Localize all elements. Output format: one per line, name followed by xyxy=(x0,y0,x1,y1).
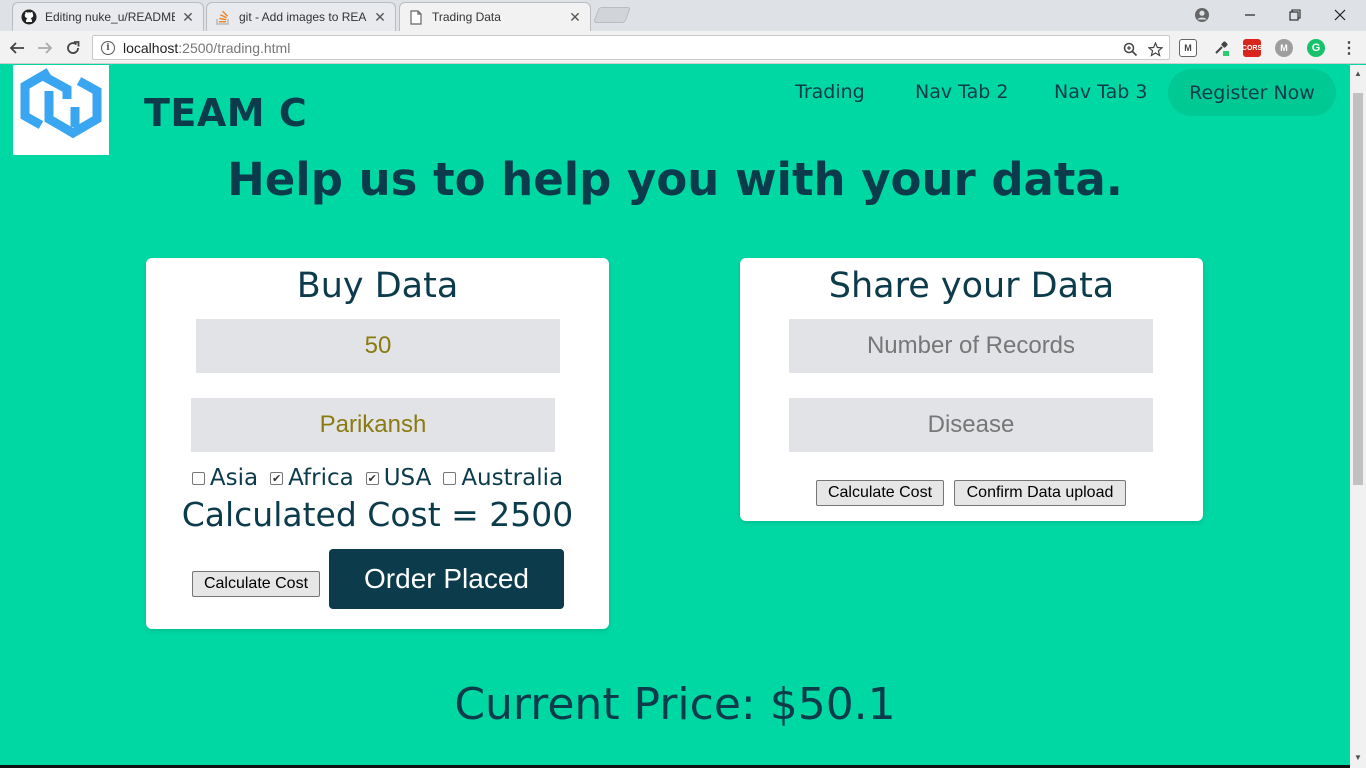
close-icon[interactable]: ✕ xyxy=(181,9,195,26)
region-australia[interactable]: Australia xyxy=(443,465,563,491)
back-icon[interactable] xyxy=(6,37,28,59)
close-icon[interactable]: ✕ xyxy=(568,9,582,26)
minimize-icon[interactable] xyxy=(1228,4,1272,26)
forward-icon[interactable] xyxy=(34,37,56,59)
address-bar[interactable]: i localhost:2500/trading.html xyxy=(92,35,1170,60)
browser-tabstrip: Editing nuke_u/README ✕ git - Add images… xyxy=(0,0,1366,31)
url-host: localhost xyxy=(123,39,179,56)
quantity-field[interactable] xyxy=(196,319,560,373)
buy-calculate-cost-button[interactable]: Calculate Cost xyxy=(192,571,320,597)
tab-stackoverflow[interactable]: git - Add images to READ ✕ xyxy=(206,2,396,31)
page-scrollbar[interactable]: ▲ ▼ xyxy=(1350,65,1366,768)
region-label: Asia xyxy=(209,465,259,491)
region-africa[interactable]: ✔ Africa xyxy=(270,465,354,491)
share-calculate-cost-button[interactable]: Calculate Cost xyxy=(816,480,944,506)
asia-checkbox[interactable] xyxy=(191,471,205,485)
zoom-icon[interactable] xyxy=(1121,40,1139,58)
scroll-down-icon[interactable]: ▼ xyxy=(1354,753,1362,762)
page: TEAM C Trading Nav Tab 2 Nav Tab 3 Regis… xyxy=(0,65,1350,768)
region-checkboxes: Asia ✔ Africa ✔ USA Australia xyxy=(146,465,609,491)
order-placed-button[interactable]: Order Placed xyxy=(329,549,564,609)
scroll-up-icon[interactable]: ▲ xyxy=(1354,69,1362,78)
tab-title: Editing nuke_u/README xyxy=(45,10,175,24)
share-data-title: Share your Data xyxy=(828,266,1115,306)
buy-data-card: Buy Data Asia ✔ Africa ✔ USA Australia Cal… xyxy=(146,258,609,629)
region-asia[interactable]: Asia xyxy=(191,465,259,491)
region-label: Australia xyxy=(461,465,564,491)
share-data-card: Share your Data Calculate Cost Confirm D… xyxy=(740,258,1203,521)
confirm-data-upload-button[interactable]: Confirm Data upload xyxy=(954,480,1126,506)
register-now-button[interactable]: Register Now xyxy=(1168,69,1336,116)
stackoverflow-icon xyxy=(215,9,231,25)
australia-checkbox[interactable] xyxy=(443,471,457,485)
tab-title: Trading Data xyxy=(432,10,501,24)
menu-icon[interactable]: ⋮ xyxy=(1340,39,1358,57)
usa-checkbox[interactable]: ✔ xyxy=(365,471,379,485)
tab-github[interactable]: Editing nuke_u/README ✕ xyxy=(12,2,204,31)
github-icon xyxy=(21,9,37,25)
close-window-icon[interactable] xyxy=(1318,4,1362,26)
buyer-name-field[interactable] xyxy=(191,398,555,452)
extension-m-icon[interactable]: M xyxy=(1179,39,1197,57)
url-path: :2500/trading.html xyxy=(178,39,291,56)
buy-data-title: Buy Data xyxy=(296,266,459,306)
reload-icon[interactable] xyxy=(62,37,84,59)
site-info-icon[interactable]: i xyxy=(101,40,115,55)
tab-title: git - Add images to READ xyxy=(239,10,367,24)
africa-checkbox[interactable]: ✔ xyxy=(270,471,284,485)
nav-trading[interactable]: Trading xyxy=(795,81,865,103)
current-price: Current Price: $50.1 xyxy=(454,679,896,730)
scrollbar-thumb[interactable] xyxy=(1353,93,1363,485)
brand-name: TEAM C xyxy=(144,91,308,135)
hero-heading: Help us to help you with your data. xyxy=(227,153,1123,206)
bookmark-star-icon[interactable] xyxy=(1146,40,1164,58)
new-tab-button[interactable] xyxy=(593,7,631,23)
grammarly-icon[interactable]: G xyxy=(1307,39,1325,57)
region-usa[interactable]: ✔ USA xyxy=(365,465,432,491)
tab-trading-data[interactable]: Trading Data ✕ xyxy=(399,2,591,31)
browser-toolbar: i localhost:2500/trading.html M CORS M G… xyxy=(0,31,1366,64)
cors-icon[interactable]: CORS xyxy=(1242,39,1262,57)
restore-icon[interactable] xyxy=(1273,4,1317,26)
nav-tab-3[interactable]: Nav Tab 3 xyxy=(1054,81,1147,103)
logo-icon[interactable] xyxy=(13,65,109,155)
profile-icon[interactable] xyxy=(1180,4,1224,26)
close-icon[interactable]: ✕ xyxy=(373,9,387,26)
extension-m2-icon[interactable]: M xyxy=(1275,39,1293,57)
calculated-cost: Calculated Cost = 2500 xyxy=(181,495,574,534)
nav-tab-2[interactable]: Nav Tab 2 xyxy=(915,81,1008,103)
region-label: USA xyxy=(383,465,432,491)
number-of-records-field[interactable] xyxy=(789,319,1153,373)
region-label: Africa xyxy=(288,465,354,491)
page-icon xyxy=(408,9,424,25)
disease-field[interactable] xyxy=(789,398,1153,452)
eyedropper-icon[interactable] xyxy=(1212,39,1230,57)
